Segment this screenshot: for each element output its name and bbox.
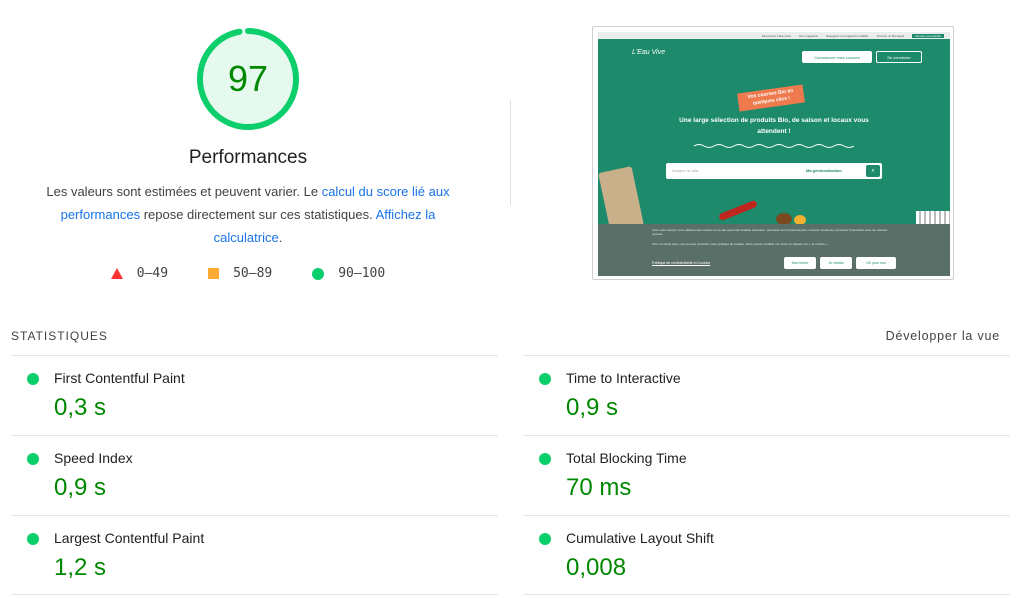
desc-text: . (278, 230, 283, 245)
legend-range: 0–49 (136, 266, 169, 281)
thumb-topbar-item: Découvrez L'Eau Vive (761, 33, 792, 38)
vertical-divider (510, 100, 511, 205)
thumb-bag-image (598, 166, 644, 232)
page-screenshot-thumbnail[interactable]: Découvrez L'Eau Vive Nos magasins Rejoig… (592, 26, 954, 280)
metric-value: 0,008 (566, 554, 627, 581)
metric-time-to-interactive: Time to Interactive 0,9 s (523, 355, 1010, 435)
thumb-cookie-accept-button: OK pour moi (856, 257, 896, 269)
performance-gauge: 97 (195, 26, 301, 132)
legend-average: 50–89 (208, 266, 272, 281)
legend-range: 90–100 (338, 266, 386, 281)
legend-range: 50–89 (233, 266, 273, 281)
metric-first-contentful-paint: First Contentful Paint 0,3 s (11, 355, 498, 435)
legend-fail: 0–49 (110, 266, 169, 281)
thumb-cookie-banner: Avec votre accord, nous utilisons des co… (598, 224, 950, 276)
metrics-left-column: First Contentful Paint 0,3 s Speed Index… (11, 355, 498, 595)
thumb-cookie-refuse-button: Non merci (784, 257, 816, 269)
pass-status-icon (27, 373, 39, 385)
circle-icon (312, 267, 325, 280)
thumb-cookie-text: Avec votre accord, nous utilisons des co… (652, 228, 888, 236)
thumb-topbar-item: Trouvez un Bio'rejets (876, 33, 905, 38)
triangle-icon (110, 268, 123, 279)
thumb-hero-text: Une large sélection de produits Bio, de … (679, 117, 869, 135)
thumb-topbar: Découvrez L'Eau Vive Nos magasins Rejoig… (598, 32, 950, 39)
thumb-wave-decoration (694, 144, 854, 148)
desc-text: Les valeurs sont estimées et peuvent var… (46, 184, 322, 199)
metric-label: Largest Contentful Paint (54, 530, 205, 546)
performance-description: Les valeurs sont estimées et peuvent var… (40, 180, 456, 249)
metric-value: 0,9 s (54, 474, 107, 501)
score-legend: 0–49 50–89 90–100 (0, 266, 496, 281)
metric-largest-contentful-paint: Largest Contentful Paint 1,2 s (11, 515, 498, 595)
metric-value: 1,2 s (54, 554, 107, 581)
performance-score: 97 (227, 58, 269, 99)
thumb-search-placeholder: Intégrer la ville... (672, 168, 702, 173)
metric-label: Speed Index (54, 450, 133, 466)
thumb-cookie-choose-button: Je choisis (820, 257, 852, 269)
thumb-logo: L'Eau Vive (632, 49, 666, 56)
expand-view-toggle[interactable]: Développer la vue (886, 329, 1000, 343)
legend-pass: 90–100 (312, 266, 385, 281)
metric-value: 0,3 s (54, 394, 107, 421)
pass-status-icon (27, 453, 39, 465)
thumb-cookie-policy-link: Politique de confidentialité et Cookies (652, 261, 711, 265)
metric-label: Time to Interactive (566, 370, 681, 386)
thumb-geolocation: Ma géolocalisation (806, 168, 842, 173)
metric-value: 70 ms (566, 474, 632, 501)
pass-status-icon (27, 533, 39, 545)
thumb-topbar-item: Service commande (912, 33, 944, 38)
thumb-search-bar: Intégrer la ville... Ma géolocalisation … (666, 163, 882, 179)
statistics-heading: STATISTIQUES (11, 329, 108, 343)
desc-text: repose directement sur ces statistiques. (140, 207, 376, 222)
pass-status-icon (539, 373, 551, 385)
thumb-cookie-text: Pour en savoir plus, vous pouvez consult… (652, 242, 828, 246)
metric-cumulative-layout-shift: Cumulative Layout Shift 0,008 (523, 515, 1010, 595)
thumb-chili-image (718, 199, 758, 222)
search-icon: ⌕ (866, 165, 880, 177)
metric-label: First Contentful Paint (54, 370, 185, 386)
metric-label: Total Blocking Time (566, 450, 687, 466)
performance-title: Performances (188, 147, 308, 168)
thumb-start-shopping-button: Commencer mes courses (802, 51, 872, 63)
metric-speed-index: Speed Index 0,9 s (11, 435, 498, 515)
thumb-promo-tag: Vos courses Bio en quelques clics ! (737, 84, 805, 112)
thumb-topbar-item: Nos magasins (799, 33, 819, 38)
square-icon (208, 268, 220, 279)
pass-status-icon (539, 533, 551, 545)
thumb-topbar-item: Rejoignez le programme fidélité (826, 33, 869, 38)
metrics-right-column: Time to Interactive 0,9 s Total Blocking… (523, 355, 1010, 595)
thumb-login-button: Se connecter (876, 51, 922, 63)
pass-status-icon (539, 453, 551, 465)
metric-total-blocking-time: Total Blocking Time 70 ms (523, 435, 1010, 515)
thumb-hero: L'Eau Vive Commencer mes courses Se conn… (598, 39, 950, 232)
metric-value: 0,9 s (566, 394, 619, 421)
metric-label: Cumulative Layout Shift (566, 530, 714, 546)
